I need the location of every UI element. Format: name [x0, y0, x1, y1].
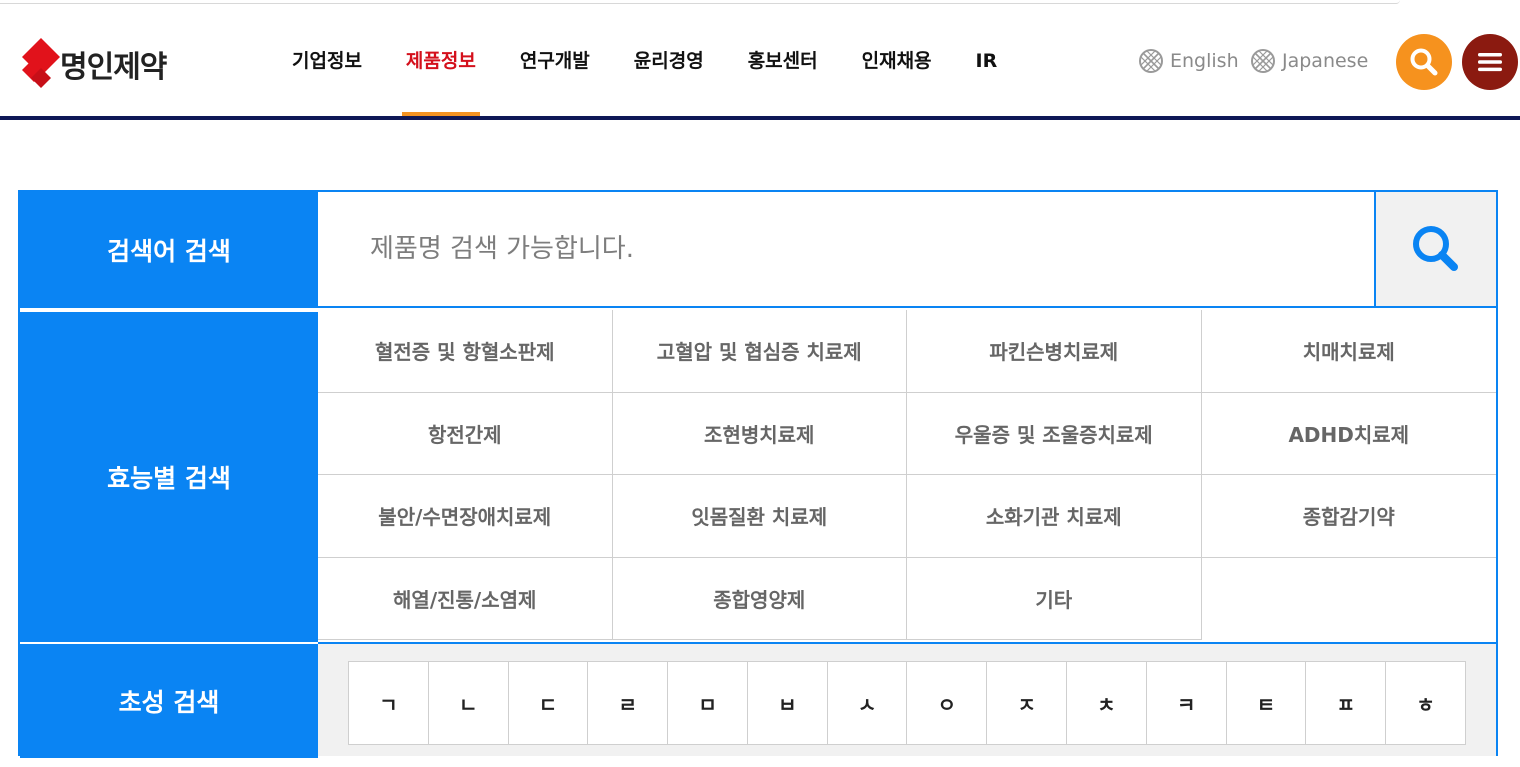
- product-search-panel: 검색어 검색 효능별 검색 혈전증 및 항혈소판제 고혈압 및 협심증 치료제 …: [18, 190, 1498, 758]
- nav-item-recruit[interactable]: 인재채용: [840, 40, 954, 82]
- lang-english-link[interactable]: English: [1138, 47, 1239, 75]
- nav-item-products[interactable]: 제품정보: [384, 40, 498, 116]
- initial-consonant-area: ㄱ ㄴ ㄷ ㄹ ㅁ ㅂ ㅅ ㅇ ㅈ ㅊ ㅋ ㅌ ㅍ ㅎ: [318, 642, 1496, 756]
- effect-category-item[interactable]: 해열/진통/소염제: [318, 557, 613, 640]
- keyword-search-label: 검색어 검색: [20, 192, 318, 308]
- initial-consonant-button[interactable]: ㄷ: [509, 662, 589, 744]
- effect-category-item[interactable]: 종합영양제: [612, 557, 907, 640]
- header-menu-button[interactable]: [1462, 34, 1518, 90]
- initial-consonant-button[interactable]: ㅅ: [828, 662, 908, 744]
- effect-category-item[interactable]: ADHD치료제: [1201, 393, 1496, 475]
- effect-category-item[interactable]: 잇몸질환 치료제: [612, 475, 907, 558]
- globe-icon: [1139, 49, 1163, 73]
- initial-consonant-button[interactable]: ㅁ: [668, 662, 748, 744]
- initial-consonant-button[interactable]: ㅊ: [1067, 662, 1147, 744]
- keyword-search-input[interactable]: [318, 233, 1374, 265]
- initial-consonant-button[interactable]: ㅌ: [1227, 662, 1307, 744]
- initial-consonant-button[interactable]: ㅋ: [1147, 662, 1227, 744]
- effect-category-item[interactable]: 고혈압 및 협심증 치료제: [612, 310, 907, 393]
- main-nav: 기업정보 제품정보 연구개발 윤리경영 홍보센터 인재채용 IR: [270, 40, 1020, 116]
- initial-consonant-button[interactable]: ㅎ: [1386, 662, 1465, 744]
- search-icon: [1413, 226, 1458, 271]
- lang-japanese-link[interactable]: Japanese: [1250, 47, 1368, 75]
- nav-item-ethics[interactable]: 윤리경영: [612, 40, 726, 82]
- effect-category-empty-cell: [1202, 558, 1497, 641]
- logo-diamond-icon: [22, 38, 60, 90]
- search-icon: [1410, 48, 1438, 76]
- effect-category-item[interactable]: 파킨슨병치료제: [907, 310, 1202, 393]
- nav-item-research[interactable]: 연구개발: [498, 40, 612, 82]
- initial-consonant-button[interactable]: ㅇ: [907, 662, 988, 744]
- header-divider: [0, 116, 1520, 120]
- initial-consonant-button[interactable]: ㅈ: [987, 662, 1068, 744]
- hamburger-menu-icon: [1478, 53, 1502, 72]
- effect-search-label: 효능별 검색: [20, 310, 318, 642]
- initial-consonant-button[interactable]: ㅍ: [1306, 662, 1387, 744]
- logo-text: 명인제약: [60, 50, 167, 85]
- initial-consonant-row: ㄱ ㄴ ㄷ ㄹ ㅁ ㅂ ㅅ ㅇ ㅈ ㅊ ㅋ ㅌ ㅍ ㅎ: [348, 661, 1466, 745]
- site-header: 명인제약 기업정보 제품정보 연구개발 윤리경영 홍보센터 인재채용 IR En…: [0, 0, 1520, 116]
- effect-category-item[interactable]: 조현병치료제: [612, 392, 907, 475]
- logo[interactable]: 명인제약: [22, 38, 167, 90]
- header-search-button[interactable]: [1396, 34, 1452, 90]
- lang-japanese-label: Japanese: [1282, 50, 1369, 72]
- globe-icon: [1251, 49, 1275, 73]
- nav-item-ir[interactable]: IR: [954, 40, 1020, 82]
- initial-consonant-button[interactable]: ㄹ: [588, 662, 669, 744]
- effect-category-item[interactable]: 종합감기약: [1201, 475, 1496, 558]
- effect-category-item[interactable]: 혈전증 및 항혈소판제: [318, 310, 613, 393]
- initial-consonant-button[interactable]: ㄱ: [349, 662, 429, 744]
- effect-category-item[interactable]: 불안/수면장애치료제: [318, 475, 613, 558]
- effect-category-item[interactable]: 기타: [907, 557, 1202, 640]
- initial-consonant-button[interactable]: ㅂ: [748, 662, 828, 744]
- effect-category-grid: 혈전증 및 항혈소판제 고혈압 및 협심증 치료제 파킨슨병치료제 치매치료제 …: [318, 310, 1496, 640]
- keyword-input-container: [318, 192, 1374, 308]
- lang-english-label: English: [1170, 50, 1239, 72]
- nav-item-company[interactable]: 기업정보: [270, 40, 384, 82]
- effect-category-item[interactable]: 우울증 및 조울증치료제: [907, 392, 1202, 475]
- nav-item-pr[interactable]: 홍보센터: [726, 40, 840, 82]
- effect-category-item[interactable]: 항전간제: [318, 392, 613, 475]
- effect-category-item[interactable]: 치매치료제: [1201, 310, 1496, 393]
- initial-consonant-button[interactable]: ㄴ: [429, 662, 509, 744]
- keyword-search-button[interactable]: [1374, 192, 1496, 308]
- initial-search-label: 초성 검색: [20, 642, 318, 758]
- effect-category-item[interactable]: 소화기관 치료제: [907, 475, 1202, 558]
